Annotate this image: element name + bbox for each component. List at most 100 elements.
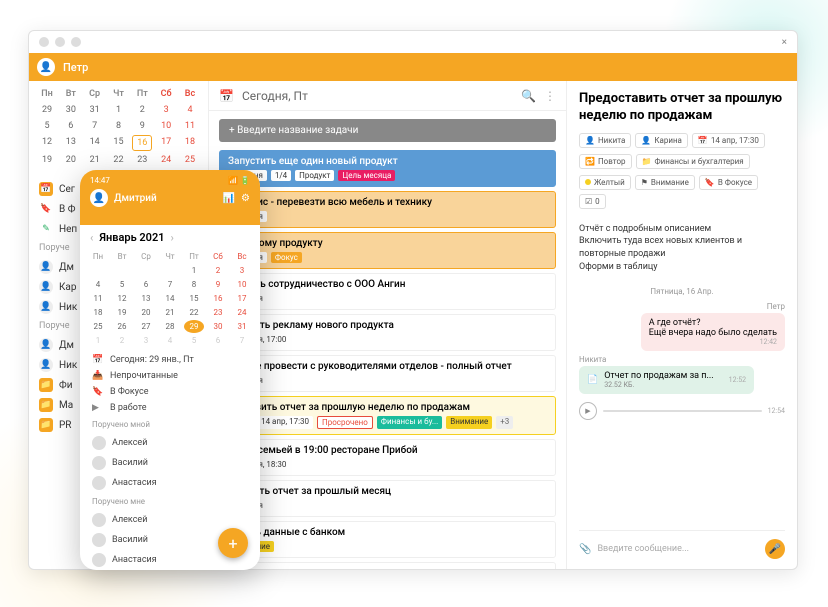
task-card[interactable]: доставить отчет за прошлую неделю по про…	[219, 396, 556, 435]
mcal-day[interactable]	[160, 264, 180, 277]
mcal-day[interactable]: 12	[112, 292, 132, 305]
cal-day[interactable]: 16	[132, 135, 152, 151]
cal-day[interactable]: 11	[180, 119, 200, 133]
cal-day[interactable]: 20	[61, 153, 81, 167]
mcal-day[interactable]: 29	[184, 320, 204, 333]
chevron-left-icon[interactable]: ‹	[90, 231, 93, 244]
chip-due[interactable]: 📅 14 апр, 17:30	[692, 133, 765, 148]
wc-close-dot[interactable]	[39, 37, 49, 47]
cal-day[interactable]: 29	[37, 103, 57, 117]
task-card[interactable]: брание провести с руководителями отделов…	[219, 355, 556, 392]
cal-day[interactable]: 4	[180, 103, 200, 117]
mcal-day[interactable]: 21	[160, 306, 180, 319]
mobile-avatar[interactable]: 👤	[90, 189, 108, 207]
cal-day[interactable]: 8	[108, 119, 128, 133]
mcal-day[interactable]: 31	[232, 320, 252, 333]
mcal-day[interactable]	[136, 264, 156, 277]
cal-day[interactable]: 7	[85, 119, 105, 133]
cal-day[interactable]: 3	[156, 103, 176, 117]
chip-focus[interactable]: 🔖 В Фокусе	[699, 175, 758, 190]
user-avatar[interactable]: 👤	[37, 58, 55, 76]
cal-day[interactable]: 14	[85, 135, 105, 151]
mcal-day[interactable]: 24	[232, 306, 252, 319]
mobile-user-item[interactable]: Алексей	[80, 510, 260, 530]
task-card[interactable]: Запустить еще один новый продуктСегодня1…	[219, 150, 556, 187]
mcal-day[interactable]: 2	[208, 264, 228, 277]
task-card[interactable]: верить данные с банкомВнимание	[219, 521, 556, 558]
cal-day[interactable]: 2	[132, 103, 152, 117]
mcal-day[interactable]: 26	[112, 320, 132, 333]
chat-input[interactable]: Введите сообщение...	[597, 544, 759, 554]
mobile-user-item[interactable]: Анастасия	[80, 473, 260, 493]
close-icon[interactable]: ×	[782, 37, 787, 48]
cal-day[interactable]: 1	[108, 103, 128, 117]
mcal-day[interactable]: 25	[88, 320, 108, 333]
mcal-day[interactable]: 2	[112, 334, 132, 347]
mcal-day[interactable]: 7	[232, 334, 252, 347]
task-card[interactable]: по новому продуктуСегодняФокус	[219, 232, 556, 269]
chip-color[interactable]: Желтый	[579, 175, 631, 190]
chip-author[interactable]: 👤 Карина	[635, 133, 688, 148]
mcal-day[interactable]: 6	[136, 278, 156, 291]
mcal-day[interactable]: 11	[88, 292, 108, 305]
mcal-day[interactable]: 14	[160, 292, 180, 305]
mcal-day[interactable]	[112, 264, 132, 277]
mobile-user-item[interactable]: Алексей	[80, 433, 260, 453]
mcal-day[interactable]: 27	[136, 320, 156, 333]
cal-day[interactable]: 15	[108, 135, 128, 151]
mcal-day[interactable]: 4	[160, 334, 180, 347]
task-card[interactable]: апустить рекламу нового продуктаСегодня,…	[219, 314, 556, 351]
cal-day[interactable]: 13	[61, 135, 81, 151]
mcal-day[interactable]: 17	[232, 292, 252, 305]
cal-day[interactable]: 24	[156, 153, 176, 167]
mcal-day[interactable]: 15	[184, 292, 204, 305]
mcal-day[interactable]: 20	[136, 306, 156, 319]
mcal-day[interactable]: 1	[184, 264, 204, 277]
task-card[interactable]: готовить отчет за прошлый месяцСегодня	[219, 480, 556, 517]
cal-day[interactable]: 19	[37, 153, 57, 167]
task-card[interactable]: жин с семьей в 19:00 ресторане ПрибойСег…	[219, 439, 556, 476]
chip-attention[interactable]: ⚑ Внимание	[635, 175, 695, 190]
wc-max-dot[interactable]	[71, 37, 81, 47]
mcal-day[interactable]: 13	[136, 292, 156, 305]
cal-day[interactable]: 31	[85, 103, 105, 117]
mcal-day[interactable]: 5	[112, 278, 132, 291]
cal-day[interactable]: 17	[156, 135, 176, 151]
mcal-day[interactable]: 3	[232, 264, 252, 277]
cal-day[interactable]: 23	[132, 153, 152, 167]
mini-calendar[interactable]: ПнВтСрЧтПтСбВс 2930311234567891011121314…	[29, 81, 208, 175]
mcal-day[interactable]: 18	[88, 306, 108, 319]
mcal-day[interactable]	[88, 264, 108, 277]
mcal-day[interactable]: 10	[232, 278, 252, 291]
gear-icon[interactable]: ⚙	[241, 193, 250, 204]
mcal-day[interactable]: 6	[208, 334, 228, 347]
chip-repeat[interactable]: 🔁 Повтор	[579, 154, 632, 169]
mcal-day[interactable]: 8	[184, 278, 204, 291]
mobile-calendar[interactable]: ПнВтСрЧтПтСбВс 1234567891011121314151617…	[80, 250, 260, 347]
mcal-day[interactable]: 16	[208, 292, 228, 305]
mcal-day[interactable]: 30	[208, 320, 228, 333]
chat-audio[interactable]: ▶ 12:54	[579, 402, 785, 420]
cal-day[interactable]: 12	[37, 135, 57, 151]
mcal-day[interactable]: 19	[112, 306, 132, 319]
search-icon[interactable]: 🔍	[521, 89, 536, 103]
mobile-focus[interactable]: 🔖В Фокусе	[80, 384, 260, 400]
mcal-day[interactable]: 3	[136, 334, 156, 347]
more-icon[interactable]: ⋮	[544, 89, 556, 103]
mcal-day[interactable]: 22	[184, 306, 204, 319]
new-task-input[interactable]: + Введите название задачи	[219, 119, 556, 142]
cal-day[interactable]: 10	[156, 119, 176, 133]
mcal-day[interactable]: 23	[208, 306, 228, 319]
cal-day[interactable]: 9	[132, 119, 152, 133]
mcal-day[interactable]: 9	[208, 278, 228, 291]
task-card[interactable]: олучить данные от отдела продажСегодня	[219, 562, 556, 569]
cal-day[interactable]: 22	[108, 153, 128, 167]
cal-day[interactable]: 6	[61, 119, 81, 133]
mcal-day[interactable]: 28	[160, 320, 180, 333]
mobile-unread[interactable]: 📥Непрочитанные	[80, 368, 260, 384]
wc-min-dot[interactable]	[55, 37, 65, 47]
chart-icon[interactable]: 📊	[223, 193, 235, 204]
cal-day[interactable]: 25	[180, 153, 200, 167]
mcal-day[interactable]: 7	[160, 278, 180, 291]
play-icon[interactable]: ▶	[579, 402, 597, 420]
